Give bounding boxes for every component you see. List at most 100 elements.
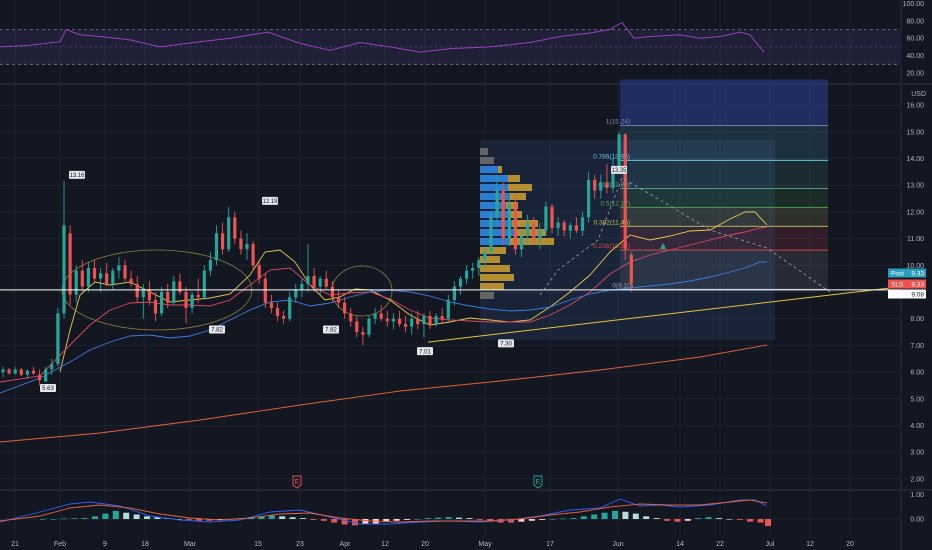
candle-body bbox=[519, 235, 524, 250]
date-axis-tick: 23 bbox=[296, 541, 304, 548]
candle-body bbox=[312, 275, 316, 287]
volume-profile-bar bbox=[480, 283, 504, 290]
candle-body bbox=[227, 217, 231, 250]
candle-body bbox=[269, 302, 273, 309]
candle-body bbox=[446, 300, 450, 319]
price-annotation: 7.30 bbox=[500, 342, 512, 348]
price-axis-tick: 14.00 bbox=[906, 156, 924, 163]
price-axis-tick: 13.00 bbox=[906, 183, 924, 190]
macd-histogram-bar bbox=[560, 518, 566, 520]
candle-body bbox=[251, 243, 255, 266]
candle-body bbox=[349, 313, 353, 322]
price-annotation: 7.82 bbox=[325, 328, 337, 334]
candle-body bbox=[294, 289, 298, 298]
macd-histogram-bar bbox=[716, 518, 722, 519]
fib-zone bbox=[620, 250, 828, 290]
price-axis-tick: 2.00 bbox=[910, 476, 924, 483]
candle-body bbox=[25, 370, 29, 375]
macd-histogram-bar bbox=[102, 513, 109, 519]
macd-histogram-bar bbox=[612, 510, 618, 519]
volume-profile-bar bbox=[480, 148, 488, 155]
price-axis-tick: 12.00 bbox=[906, 209, 924, 216]
macd-histogram-bar bbox=[674, 519, 681, 522]
date-axis-tick: Apr bbox=[340, 541, 352, 548]
candle-body bbox=[233, 217, 237, 239]
macd-histogram-bar bbox=[123, 512, 130, 519]
candle-body bbox=[105, 273, 109, 284]
price-chart[interactable]: 1(15.24)0.786(13.93)0.618(12.88)0.5(12.1… bbox=[0, 0, 932, 550]
candle-body bbox=[574, 225, 578, 231]
candle-body bbox=[391, 318, 395, 322]
candle-body bbox=[538, 230, 542, 239]
candle-body bbox=[336, 297, 341, 303]
fib-zone bbox=[620, 207, 828, 227]
candle-body bbox=[300, 283, 304, 290]
macd-histogram-bar bbox=[664, 519, 670, 521]
candle-body bbox=[129, 278, 133, 284]
candle-body bbox=[92, 267, 97, 279]
candle-body bbox=[318, 278, 322, 287]
price-annotation: 7.01 bbox=[419, 349, 431, 355]
macd-histogram-bar bbox=[424, 518, 431, 519]
macd-histogram-bar bbox=[331, 519, 338, 523]
candle-body bbox=[7, 369, 11, 374]
macd-histogram-bar bbox=[476, 519, 483, 520]
candle-body bbox=[477, 259, 481, 268]
date-axis-tick: 15 bbox=[254, 541, 262, 548]
macd-histogram-bar bbox=[570, 518, 577, 519]
candle-body bbox=[190, 294, 194, 309]
macd-histogram-bar bbox=[414, 519, 421, 520]
candle-body bbox=[605, 182, 609, 188]
macd-histogram-bar bbox=[539, 519, 546, 520]
candle-body bbox=[361, 332, 365, 335]
candle-body bbox=[62, 225, 66, 314]
price-axis-tick: 6.00 bbox=[910, 370, 924, 377]
date-axis-tick: Jul bbox=[766, 541, 775, 548]
candle-body bbox=[282, 316, 286, 319]
candle-body bbox=[160, 292, 164, 314]
macd-histogram-bar bbox=[300, 518, 306, 519]
candle-body bbox=[532, 222, 536, 239]
price-badge-value: 9.33 bbox=[911, 281, 924, 288]
price-axis-tick: 15.00 bbox=[906, 129, 924, 136]
candle-body bbox=[38, 374, 42, 381]
candle-body bbox=[593, 179, 597, 191]
candle-body bbox=[239, 238, 243, 250]
candle-body bbox=[263, 278, 267, 303]
macd-histogram-bar bbox=[580, 516, 587, 519]
candle-body bbox=[80, 270, 84, 287]
macd-histogram-bar bbox=[393, 519, 400, 521]
date-axis-tick: Mar bbox=[184, 541, 197, 548]
macd-histogram-bar bbox=[601, 512, 608, 519]
candle-body bbox=[410, 318, 414, 327]
candle-body bbox=[580, 217, 585, 231]
price-axis-tick: 5.00 bbox=[910, 396, 924, 403]
candle-body bbox=[501, 190, 505, 239]
volume-profile-bar bbox=[480, 292, 494, 299]
candle-body bbox=[330, 286, 334, 298]
candle-body bbox=[544, 206, 548, 231]
macd-histogram-bar bbox=[279, 516, 286, 519]
macd-histogram-bar bbox=[112, 510, 119, 519]
candle-body bbox=[568, 225, 572, 231]
candle-body bbox=[434, 316, 438, 325]
macd-histogram-bar bbox=[133, 514, 140, 519]
candle-body bbox=[379, 313, 383, 319]
volume-profile-buy-bar bbox=[480, 220, 512, 227]
rsi-axis-tick: 100.00 bbox=[903, 1, 925, 8]
macd-histogram-bar bbox=[591, 514, 598, 519]
candle-body bbox=[147, 289, 151, 301]
macd-histogram-bar bbox=[404, 519, 410, 520]
candle-body bbox=[404, 324, 408, 327]
date-axis-tick: 21 bbox=[11, 541, 19, 548]
candle-body bbox=[153, 300, 158, 314]
candle-body bbox=[202, 270, 206, 298]
candle-body bbox=[550, 206, 554, 228]
macd-histogram-bar bbox=[81, 518, 88, 519]
price-badge-label: Post bbox=[891, 270, 904, 277]
macd-axis-tick: 1.00 bbox=[910, 492, 924, 499]
macd-histogram-bar bbox=[435, 517, 442, 519]
candle-body bbox=[471, 267, 475, 271]
fib-zone bbox=[620, 125, 828, 161]
candle-body bbox=[19, 369, 23, 375]
